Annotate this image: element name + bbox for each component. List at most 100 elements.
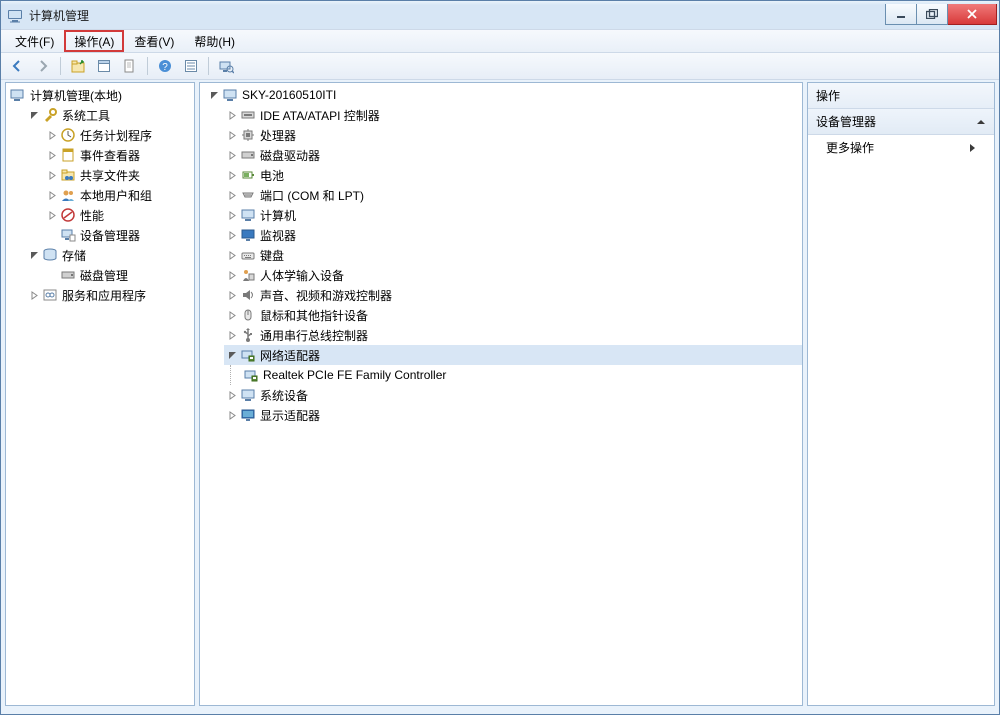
expand-icon[interactable] xyxy=(226,189,238,201)
actions-more[interactable]: 更多操作 xyxy=(808,135,994,160)
expand-icon[interactable] xyxy=(226,149,238,161)
dev-monitor[interactable]: 监视器 xyxy=(224,225,802,245)
event-icon xyxy=(60,147,76,163)
tree-task-scheduler[interactable]: 任务计划程序 xyxy=(44,125,194,145)
app-icon xyxy=(7,7,23,23)
expand-icon[interactable] xyxy=(46,169,58,181)
expand-icon[interactable] xyxy=(226,209,238,221)
expand-icon[interactable] xyxy=(226,409,238,421)
monitor-icon xyxy=(240,227,256,243)
tree-disk-management[interactable]: 磁盘管理 xyxy=(44,265,194,285)
keyboard-icon xyxy=(240,247,256,263)
dev-sound[interactable]: 声音、视频和游戏控制器 xyxy=(224,285,802,305)
dev-network[interactable]: 网络适配器 xyxy=(224,345,802,365)
device-root[interactable]: SKY-20160510ITI xyxy=(206,85,802,105)
management-tree[interactable]: 计算机管理(本地) 系统工具 xyxy=(6,83,194,307)
device-manager-icon xyxy=(60,227,76,243)
sound-icon xyxy=(240,287,256,303)
device-tree[interactable]: SKY-20160510ITI IDE ATA/ATAPI 控制器 处理器 磁盘… xyxy=(200,83,802,427)
collapse-icon[interactable] xyxy=(28,249,40,261)
tree-system-tools[interactable]: 系统工具 xyxy=(26,105,194,125)
expand-icon[interactable] xyxy=(46,129,58,141)
services-icon xyxy=(42,287,58,303)
expand-icon[interactable] xyxy=(226,249,238,261)
tree-root[interactable]: 计算机管理(本地) xyxy=(8,85,194,105)
port-icon xyxy=(240,187,256,203)
dev-display[interactable]: 显示适配器 xyxy=(224,405,802,425)
dev-mouse[interactable]: 鼠标和其他指针设备 xyxy=(224,305,802,325)
dev-ports[interactable]: 端口 (COM 和 LPT) xyxy=(224,185,802,205)
dev-system-devices[interactable]: 系统设备 xyxy=(224,385,802,405)
battery-icon xyxy=(240,167,256,183)
back-button[interactable] xyxy=(5,54,29,78)
shared-folder-icon xyxy=(60,167,76,183)
forward-button[interactable] xyxy=(31,54,55,78)
expand-icon[interactable] xyxy=(226,229,238,241)
svg-text:?: ? xyxy=(162,62,168,73)
details-button[interactable] xyxy=(179,54,203,78)
expand-icon[interactable] xyxy=(226,269,238,281)
expand-icon[interactable] xyxy=(226,129,238,141)
tree-performance[interactable]: 性能 xyxy=(44,205,194,225)
users-icon xyxy=(60,187,76,203)
actions-pane: 操作 设备管理器 更多操作 xyxy=(807,82,995,706)
tree-storage[interactable]: 存储 xyxy=(26,245,194,265)
collapse-icon[interactable] xyxy=(28,109,40,121)
export-button[interactable] xyxy=(118,54,142,78)
expand-icon[interactable] xyxy=(226,169,238,181)
disk-drive-icon xyxy=(240,147,256,163)
tree-local-users[interactable]: 本地用户和组 xyxy=(44,185,194,205)
menu-view[interactable]: 查看(V) xyxy=(124,30,184,52)
dev-disk[interactable]: 磁盘驱动器 xyxy=(224,145,802,165)
menu-help[interactable]: 帮助(H) xyxy=(184,30,245,52)
expand-icon[interactable] xyxy=(226,109,238,121)
close-button[interactable] xyxy=(948,4,997,25)
dev-ide[interactable]: IDE ATA/ATAPI 控制器 xyxy=(224,105,802,125)
dev-usb[interactable]: 通用串行总线控制器 xyxy=(224,325,802,345)
expand-icon[interactable] xyxy=(226,329,238,341)
network-adapter-icon xyxy=(240,347,256,363)
collapse-icon[interactable] xyxy=(208,89,220,101)
expand-icon[interactable] xyxy=(46,149,58,161)
tree-services-apps[interactable]: 服务和应用程序 xyxy=(26,285,194,305)
dev-keyboard[interactable]: 键盘 xyxy=(224,245,802,265)
minimize-button[interactable] xyxy=(885,4,917,25)
menubar: 文件(F) 操作(A) 查看(V) 帮助(H) xyxy=(1,29,999,53)
dev-network-realtek[interactable]: Realtek PCIe FE Family Controller xyxy=(230,365,802,385)
dev-cpu[interactable]: 处理器 xyxy=(224,125,802,145)
expand-icon[interactable] xyxy=(226,389,238,401)
up-button[interactable] xyxy=(66,54,90,78)
window-title: 计算机管理 xyxy=(29,7,89,24)
tools-icon xyxy=(42,107,58,123)
expand-icon[interactable] xyxy=(46,189,58,201)
system-devices-icon xyxy=(240,387,256,403)
expand-icon[interactable] xyxy=(226,289,238,301)
content: 计算机管理(本地) 系统工具 xyxy=(1,80,999,714)
actions-header: 操作 xyxy=(808,83,994,109)
dev-computer[interactable]: 计算机 xyxy=(224,205,802,225)
expand-icon[interactable] xyxy=(28,289,40,301)
expand-icon[interactable] xyxy=(46,209,58,221)
maximize-button[interactable] xyxy=(917,4,948,25)
collapse-icon[interactable] xyxy=(226,349,238,361)
tree-shared-folders[interactable]: 共享文件夹 xyxy=(44,165,194,185)
tree-device-manager[interactable]: 设备管理器 xyxy=(44,225,194,245)
hid-icon xyxy=(240,267,256,283)
scan-button[interactable] xyxy=(214,54,238,78)
clock-icon xyxy=(60,127,76,143)
expand-icon[interactable] xyxy=(226,309,238,321)
display-adapter-icon xyxy=(240,407,256,423)
dev-hid[interactable]: 人体学输入设备 xyxy=(224,265,802,285)
submenu-right-icon xyxy=(968,143,976,153)
nic-icon xyxy=(243,367,259,383)
help-button[interactable]: ? xyxy=(153,54,177,78)
menu-file[interactable]: 文件(F) xyxy=(5,30,64,52)
dev-battery[interactable]: 电池 xyxy=(224,165,802,185)
menu-action[interactable]: 操作(A) xyxy=(64,30,124,52)
properties-button[interactable] xyxy=(92,54,116,78)
computer-management-icon xyxy=(10,87,26,103)
mouse-icon xyxy=(240,307,256,323)
actions-subheader[interactable]: 设备管理器 xyxy=(808,109,994,135)
titlebar: 计算机管理 xyxy=(1,1,999,29)
tree-event-viewer[interactable]: 事件查看器 xyxy=(44,145,194,165)
